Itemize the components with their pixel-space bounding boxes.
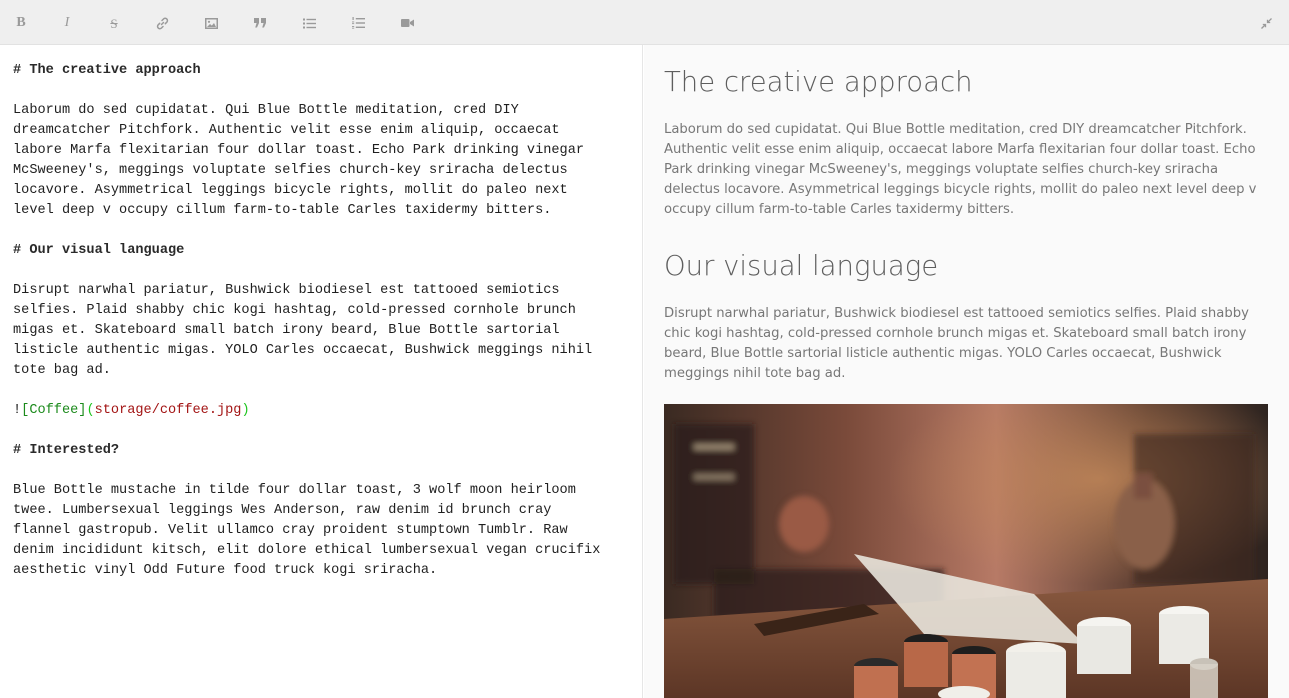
preview-paragraph-1: Laborum do sed cupidatat. Qui Blue Bottl… — [664, 122, 1257, 217]
bold-button[interactable]: B — [10, 12, 32, 34]
md-image-line: ![Coffee](storage/coffee.jpg) — [13, 403, 250, 418]
md-image-alt: [Coffee] — [21, 403, 87, 418]
quote-icon — [254, 18, 266, 28]
md-paragraph-2: Disrupt narwhal pariatur, Bushwick biodi… — [13, 283, 593, 378]
md-heading-1: # The creative approach — [13, 63, 201, 78]
preview-paragraph-2: Disrupt narwhal pariatur, Bushwick biodi… — [664, 306, 1249, 381]
coffee-photo — [664, 404, 1268, 698]
md-image-paren-open: ( — [86, 403, 95, 418]
preview-heading-1: The creative approach — [664, 66, 973, 98]
markdown-preview: The creative approach Laborum do sed cup… — [644, 45, 1289, 698]
md-heading-2: # Our visual language — [13, 243, 185, 258]
link-button[interactable] — [151, 12, 173, 34]
collapse-button[interactable] — [1255, 12, 1277, 34]
image-icon — [204, 17, 218, 29]
italic-button[interactable]: I — [56, 12, 78, 34]
md-image-bang: ! — [13, 403, 22, 418]
editor-toolbar: B I S — [0, 0, 1289, 45]
ordered-list-icon — [351, 17, 365, 29]
unordered-list-button[interactable] — [298, 12, 320, 34]
bold-icon: B — [16, 15, 26, 30]
md-paragraph-3: Blue Bottle mustache in tilde four dolla… — [13, 483, 601, 578]
markdown-source[interactable]: # The creative approach Laborum do sed c… — [13, 61, 633, 581]
md-heading-3: # Interested? — [13, 443, 120, 458]
strikethrough-icon: S — [110, 15, 118, 31]
link-icon — [156, 17, 168, 29]
video-camera-icon — [400, 19, 414, 27]
italic-icon: I — [64, 15, 70, 30]
ordered-list-button[interactable] — [347, 12, 369, 34]
md-image-paren-close: ) — [241, 403, 250, 418]
md-paragraph-1: Laborum do sed cupidatat. Qui Blue Bottl… — [13, 103, 585, 218]
collapse-icon — [1260, 17, 1272, 29]
list-icon — [302, 18, 316, 28]
image-button[interactable] — [200, 12, 222, 34]
preview-heading-2: Our visual language — [664, 250, 939, 282]
coffee-image — [664, 404, 1268, 698]
markdown-editor[interactable]: # The creative approach Laborum do sed c… — [0, 45, 643, 698]
strikethrough-button[interactable]: S — [103, 12, 125, 34]
video-button[interactable] — [396, 12, 418, 34]
md-image-url: storage/coffee.jpg — [94, 403, 242, 418]
quote-button[interactable] — [249, 12, 271, 34]
